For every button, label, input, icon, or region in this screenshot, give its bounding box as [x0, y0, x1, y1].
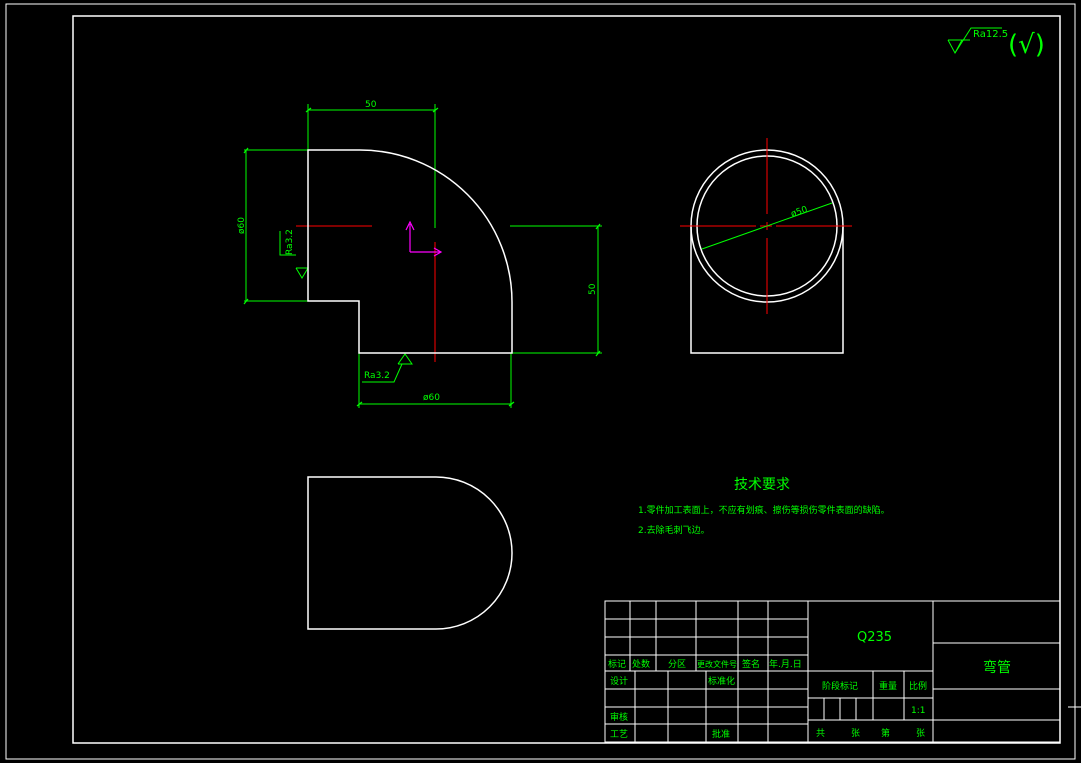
tech-req-item-2: 2.去除毛刺飞边。 — [638, 524, 710, 536]
front-dim-width-top: 50 — [365, 100, 377, 110]
rev-header-zone: 分区 — [668, 659, 686, 670]
rev-header-signature: 签名 — [742, 658, 760, 670]
front-dim-diameter-bottom: ø60 — [423, 393, 440, 403]
title-block-sheet-label: 第 — [881, 727, 890, 739]
title-block-sheet-unit-2: 张 — [916, 728, 925, 739]
cad-drawing-canvas: Ra12.5 (√) 50 ø60 50 ø60 Ra3.2 Ra3.2 ø50… — [0, 0, 1081, 763]
title-block-scale-value: 1:1 — [911, 706, 925, 716]
front-roughness-bottom: Ra3.2 — [364, 371, 390, 381]
title-block-sheet-unit-1: 张 — [851, 728, 860, 739]
title-block-material: Q235 — [857, 630, 892, 645]
tech-req-title: 技术要求 — [734, 477, 790, 493]
general-roughness-value: Ra12.5 — [973, 29, 1008, 40]
tech-req-item-1: 1.零件加工表面上，不应有划痕、擦伤等损伤零件表面的缺陷。 — [638, 504, 890, 516]
general-roughness-check: (√) — [1008, 30, 1045, 60]
title-block-stage-mark: 阶段标记 — [822, 680, 858, 692]
front-dim-height-right: 50 — [588, 283, 598, 295]
front-roughness-left: Ra3.2 — [285, 229, 295, 255]
title-block-total: 共 — [816, 728, 825, 739]
title-block-process: 工艺 — [610, 729, 628, 740]
rev-header-count: 处数 — [632, 658, 650, 670]
title-block-approve: 批准 — [712, 728, 730, 740]
title-block-review: 审核 — [610, 711, 628, 723]
title-block-scale: 比例 — [909, 680, 927, 692]
rev-header-date: 年.月.日 — [769, 658, 802, 670]
title-block-part-name: 弯管 — [983, 659, 1011, 676]
title-block-weight: 重量 — [879, 680, 897, 692]
rev-header-mark: 标记 — [608, 658, 626, 670]
title-block-design: 设计 — [610, 675, 628, 687]
rev-header-doc-no: 更改文件号 — [697, 659, 737, 669]
front-dim-diameter-left: ø60 — [237, 217, 247, 234]
title-block-standardization: 标准化 — [708, 675, 735, 687]
